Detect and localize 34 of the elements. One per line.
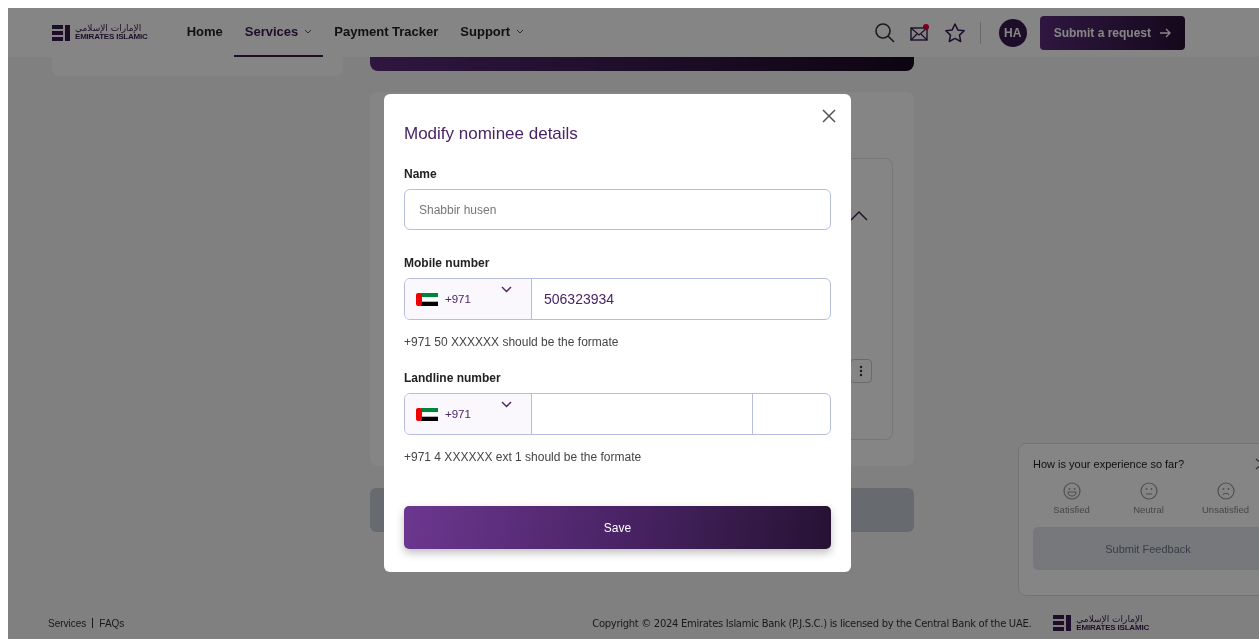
field-label: Mobile number: [404, 256, 491, 270]
logo-text: EMIRATES ISLAMIC: [75, 33, 148, 41]
nav-link[interactable]: Payment Tracker: [323, 8, 450, 57]
footer-link[interactable]: FAQs: [99, 617, 125, 629]
submit-request-button[interactable]: Submit a request: [1039, 15, 1185, 50]
logo-arabic-text: الإمارات الإسلامي: [75, 24, 143, 33]
format-hint: +971 4 XXXXXX ext 1 should be the formate: [404, 450, 643, 464]
logo-icon: [52, 24, 70, 41]
nav-link[interactable]: Support: [449, 8, 536, 57]
more-icon: [859, 365, 863, 377]
footer-link[interactable]: Services: [48, 617, 87, 629]
copyright-text: Copyright © 2024 Emirates Islamic Bank (P.J.S.C.) is licensed by the Central Bank of the UAE.: [592, 617, 1032, 629]
dialog-title: Modify nominee details: [404, 124, 579, 144]
chevron-up-icon[interactable]: [850, 211, 868, 221]
caret-icon: [516, 29, 525, 34]
mail-icon[interactable]: [909, 22, 930, 43]
search-icon[interactable]: [873, 21, 896, 44]
feedback-question: How is your experience so far?: [1033, 458, 1184, 470]
caret-icon: [304, 29, 313, 34]
arrow-right-icon: [1159, 27, 1171, 38]
name-field[interactable]: Shabbir husen: [404, 189, 831, 230]
save-button[interactable]: Save: [404, 506, 831, 549]
feedback-option-label: Unsatisfied: [1202, 504, 1249, 515]
logo-arabic-text: الإمارات الإسلامي: [1076, 614, 1144, 624]
field-label: Landline number: [404, 371, 502, 385]
logo-text: EMIRATES ISLAMIC: [1076, 623, 1149, 632]
nav-link[interactable]: Home: [175, 8, 234, 57]
feedback-option-label: Satisfied: [1053, 504, 1090, 515]
user-avatar[interactable]: HA: [998, 18, 1027, 47]
star-icon[interactable]: [943, 21, 966, 44]
feedback-option-label: Neutral: [1133, 504, 1164, 515]
field-label: Name: [404, 167, 438, 181]
format-hint: +971 50 XXXXXX should be the formate: [404, 335, 620, 349]
logo-icon: [1053, 615, 1072, 631]
